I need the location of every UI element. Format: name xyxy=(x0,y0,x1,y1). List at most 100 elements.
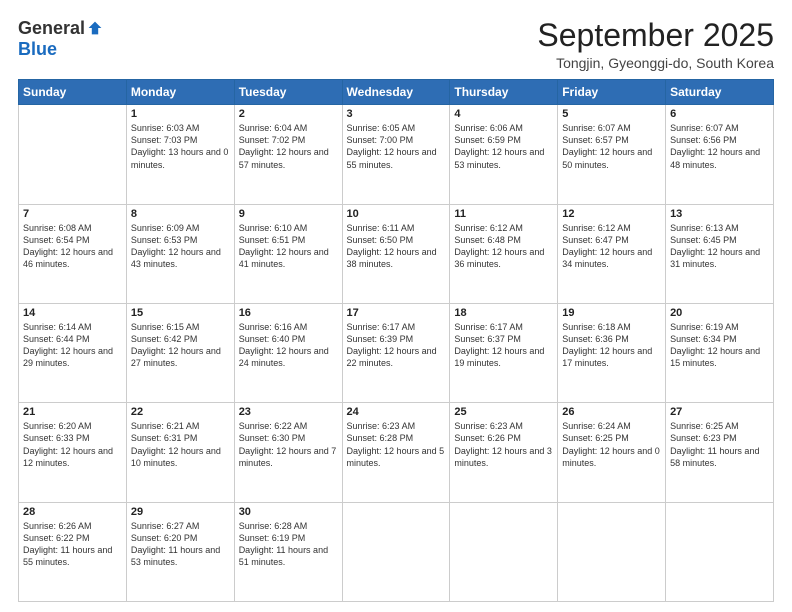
day-number: 3 xyxy=(347,108,446,120)
day-number: 1 xyxy=(131,108,230,120)
day-number: 22 xyxy=(131,406,230,418)
header: General Blue September 2025 Tongjin, Gye… xyxy=(18,18,774,71)
day-number: 17 xyxy=(347,307,446,319)
cell-info: Sunrise: 6:07 AMSunset: 6:56 PMDaylight:… xyxy=(670,122,769,171)
day-number: 10 xyxy=(347,208,446,220)
calendar-cell: 9 Sunrise: 6:10 AMSunset: 6:51 PMDaylight… xyxy=(234,204,342,303)
calendar-cell: 8Sunrise: 6:09 AMSunset: 6:53 PMDaylight… xyxy=(126,204,234,303)
calendar-cell: 16 Sunrise: 6:16 AMSunset: 6:40 PMDayligh… xyxy=(234,303,342,402)
col-sunday: Sunday xyxy=(19,80,127,105)
calendar-cell: 10 Sunrise: 6:11 AMSunset: 6:50 PMDayligh… xyxy=(342,204,450,303)
cell-info: Sunrise: 6:15 AMSunset: 6:42 PMDaylight:… xyxy=(131,321,230,370)
calendar-week-row-2: 14 Sunrise: 6:14 AMSunset: 6:44 PMDayligh… xyxy=(19,303,774,402)
calendar-week-row-4: 28 Sunrise: 6:26 AMSunset: 6:22 PMDayligh… xyxy=(19,502,774,601)
day-number: 20 xyxy=(670,307,769,319)
day-number: 18 xyxy=(454,307,553,319)
day-number: 28 xyxy=(23,506,122,518)
cell-info: Sunrise: 6:10 AMSunset: 6:51 PMDaylight:… xyxy=(239,222,338,271)
col-monday: Monday xyxy=(126,80,234,105)
col-friday: Friday xyxy=(558,80,666,105)
calendar-cell: 14 Sunrise: 6:14 AMSunset: 6:44 PMDayligh… xyxy=(19,303,127,402)
day-number: 9 xyxy=(239,208,338,220)
cell-info: Sunrise: 6:07 AMSunset: 6:57 PMDaylight:… xyxy=(562,122,661,171)
logo-icon xyxy=(87,20,103,36)
cell-info: Sunrise: 6:21 AMSunset: 6:31 PMDaylight:… xyxy=(131,420,230,469)
calendar-cell: 26Sunrise: 6:24 AMSunset: 6:25 PMDayligh… xyxy=(558,403,666,502)
cell-info: Sunrise: 6:16 AMSunset: 6:40 PMDaylight:… xyxy=(239,321,338,370)
calendar-cell xyxy=(450,502,558,601)
calendar-cell: 19Sunrise: 6:18 AMSunset: 6:36 PMDayligh… xyxy=(558,303,666,402)
calendar-cell: 13 Sunrise: 6:13 AMSunset: 6:45 PMDayligh… xyxy=(666,204,774,303)
calendar-header-row: Sunday Monday Tuesday Wednesday Thursday… xyxy=(19,80,774,105)
col-thursday: Thursday xyxy=(450,80,558,105)
cell-info: Sunrise: 6:20 AMSunset: 6:33 PMDaylight:… xyxy=(23,420,122,469)
day-number: 14 xyxy=(23,307,122,319)
cell-info: Sunrise: 6:13 AMSunset: 6:45 PMDaylight:… xyxy=(670,222,769,271)
cell-info: Sunrise: 6:17 AMSunset: 6:37 PMDaylight:… xyxy=(454,321,553,370)
calendar-table: Sunday Monday Tuesday Wednesday Thursday… xyxy=(18,79,774,602)
calendar-cell xyxy=(558,502,666,601)
cell-info: Sunrise: 6:23 AMSunset: 6:26 PMDaylight:… xyxy=(454,420,553,469)
cell-info: Sunrise: 6:25 AMSunset: 6:23 PMDaylight:… xyxy=(670,420,769,469)
calendar-cell: 30 Sunrise: 6:28 AMSunset: 6:19 PMDayligh… xyxy=(234,502,342,601)
cell-info: Sunrise: 6:09 AMSunset: 6:53 PMDaylight:… xyxy=(131,222,230,271)
calendar-cell xyxy=(666,502,774,601)
calendar-cell: 7 Sunrise: 6:08 AMSunset: 6:54 PMDaylight… xyxy=(19,204,127,303)
cell-info: Sunrise: 6:05 AMSunset: 7:00 PMDaylight:… xyxy=(347,122,446,171)
calendar-cell: 29 Sunrise: 6:27 AMSunset: 6:20 PMDayligh… xyxy=(126,502,234,601)
calendar-cell: 27 Sunrise: 6:25 AMSunset: 6:23 PMDayligh… xyxy=(666,403,774,502)
cell-info: Sunrise: 6:04 AMSunset: 7:02 PMDaylight:… xyxy=(239,122,338,171)
calendar-cell: 21 Sunrise: 6:20 AMSunset: 6:33 PMDayligh… xyxy=(19,403,127,502)
cell-info: Sunrise: 6:22 AMSunset: 6:30 PMDaylight:… xyxy=(239,420,338,469)
day-number: 25 xyxy=(454,406,553,418)
day-number: 6 xyxy=(670,108,769,120)
day-number: 11 xyxy=(454,208,553,220)
calendar-week-row-0: 1 Sunrise: 6:03 AMSunset: 7:03 PMDaylight… xyxy=(19,105,774,204)
cell-info: Sunrise: 6:24 AMSunset: 6:25 PMDaylight:… xyxy=(562,420,661,469)
calendar-cell: 5 Sunrise: 6:07 AMSunset: 6:57 PMDaylight… xyxy=(558,105,666,204)
calendar-week-row-3: 21 Sunrise: 6:20 AMSunset: 6:33 PMDayligh… xyxy=(19,403,774,502)
calendar-cell: 15 Sunrise: 6:15 AMSunset: 6:42 PMDayligh… xyxy=(126,303,234,402)
calendar-cell: 1 Sunrise: 6:03 AMSunset: 7:03 PMDaylight… xyxy=(126,105,234,204)
cell-info: Sunrise: 6:03 AMSunset: 7:03 PMDaylight:… xyxy=(131,122,230,171)
logo-general-text: General xyxy=(18,18,85,39)
day-number: 21 xyxy=(23,406,122,418)
day-number: 16 xyxy=(239,307,338,319)
calendar-cell: 4Sunrise: 6:06 AMSunset: 6:59 PMDaylight… xyxy=(450,105,558,204)
calendar-cell: 18 Sunrise: 6:17 AMSunset: 6:37 PMDayligh… xyxy=(450,303,558,402)
cell-info: Sunrise: 6:12 AMSunset: 6:48 PMDaylight:… xyxy=(454,222,553,271)
cell-info: Sunrise: 6:11 AMSunset: 6:50 PMDaylight:… xyxy=(347,222,446,271)
col-saturday: Saturday xyxy=(666,80,774,105)
location: Tongjin, Gyeonggi-do, South Korea xyxy=(537,55,774,71)
day-number: 27 xyxy=(670,406,769,418)
calendar-cell: 17 Sunrise: 6:17 AMSunset: 6:39 PMDayligh… xyxy=(342,303,450,402)
calendar-cell: 11 Sunrise: 6:12 AMSunset: 6:48 PMDayligh… xyxy=(450,204,558,303)
day-number: 15 xyxy=(131,307,230,319)
calendar-cell: 23Sunrise: 6:22 AMSunset: 6:30 PMDayligh… xyxy=(234,403,342,502)
cell-info: Sunrise: 6:14 AMSunset: 6:44 PMDaylight:… xyxy=(23,321,122,370)
day-number: 13 xyxy=(670,208,769,220)
cell-info: Sunrise: 6:28 AMSunset: 6:19 PMDaylight:… xyxy=(239,520,338,569)
calendar-cell: 3 Sunrise: 6:05 AMSunset: 7:00 PMDaylight… xyxy=(342,105,450,204)
calendar-cell: 25 Sunrise: 6:23 AMSunset: 6:26 PMDayligh… xyxy=(450,403,558,502)
cell-info: Sunrise: 6:19 AMSunset: 6:34 PMDaylight:… xyxy=(670,321,769,370)
cell-info: Sunrise: 6:18 AMSunset: 6:36 PMDaylight:… xyxy=(562,321,661,370)
calendar-cell xyxy=(19,105,127,204)
calendar-cell: 20 Sunrise: 6:19 AMSunset: 6:34 PMDayligh… xyxy=(666,303,774,402)
page: General Blue September 2025 Tongjin, Gye… xyxy=(0,0,792,612)
calendar-cell: 24Sunrise: 6:23 AMSunset: 6:28 PMDayligh… xyxy=(342,403,450,502)
title-block: September 2025 Tongjin, Gyeonggi-do, Sou… xyxy=(537,18,774,71)
day-number: 12 xyxy=(562,208,661,220)
calendar-cell: 22 Sunrise: 6:21 AMSunset: 6:31 PMDayligh… xyxy=(126,403,234,502)
cell-info: Sunrise: 6:08 AMSunset: 6:54 PMDaylight:… xyxy=(23,222,122,271)
cell-info: Sunrise: 6:12 AMSunset: 6:47 PMDaylight:… xyxy=(562,222,661,271)
cell-info: Sunrise: 6:17 AMSunset: 6:39 PMDaylight:… xyxy=(347,321,446,370)
day-number: 29 xyxy=(131,506,230,518)
cell-info: Sunrise: 6:26 AMSunset: 6:22 PMDaylight:… xyxy=(23,520,122,569)
day-number: 4 xyxy=(454,108,553,120)
day-number: 24 xyxy=(347,406,446,418)
day-number: 30 xyxy=(239,506,338,518)
day-number: 7 xyxy=(23,208,122,220)
cell-info: Sunrise: 6:27 AMSunset: 6:20 PMDaylight:… xyxy=(131,520,230,569)
day-number: 5 xyxy=(562,108,661,120)
